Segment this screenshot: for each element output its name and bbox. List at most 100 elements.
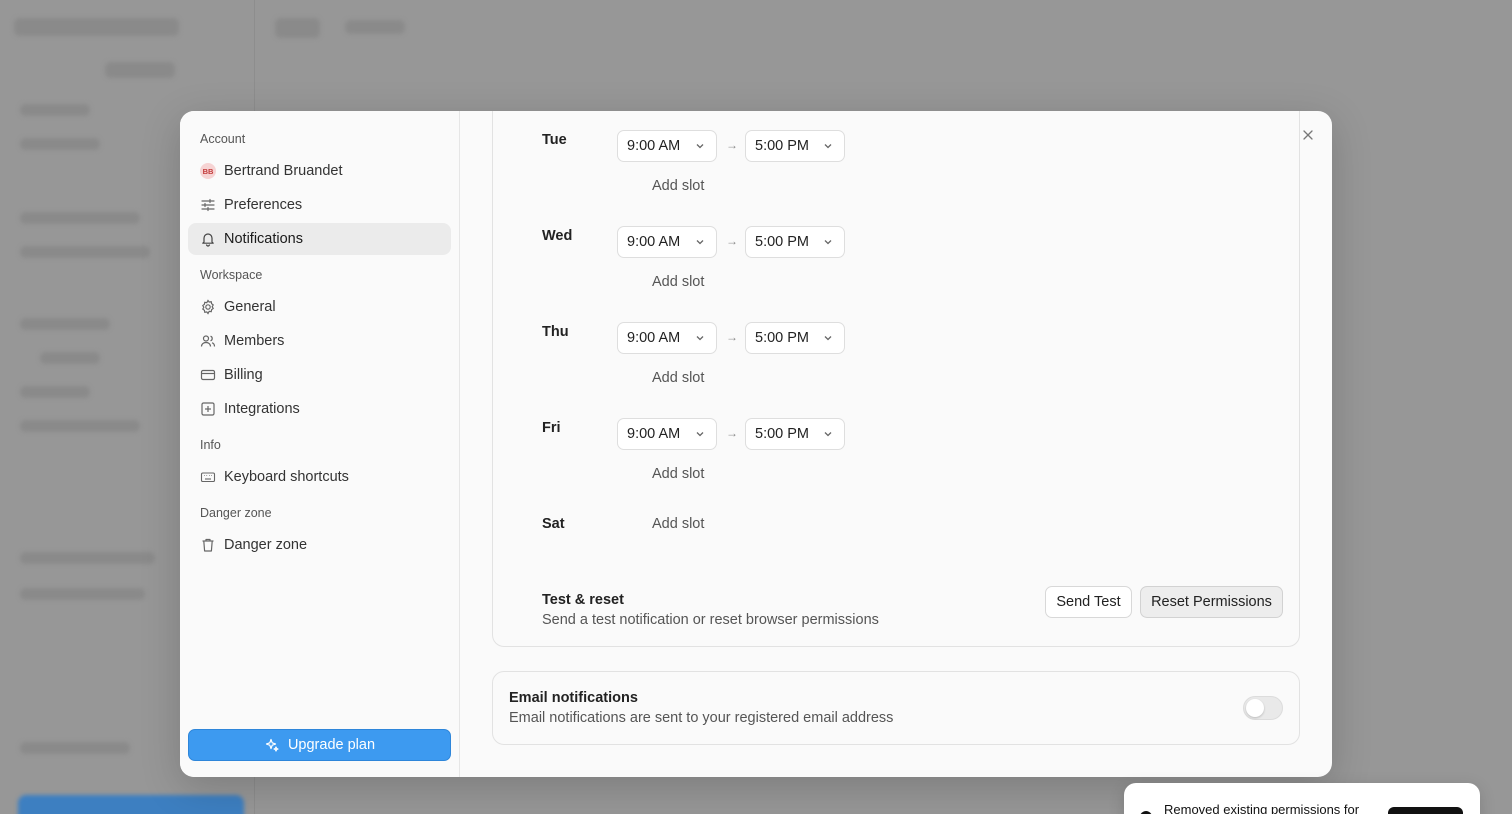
arrow-right-icon: →	[726, 426, 738, 440]
plus-square-icon	[200, 401, 216, 417]
notifications-content: Tue 9:00 AM → 5:00 PM Add slot Wed 9:00 …	[460, 111, 1332, 777]
email-notifications-card	[492, 671, 1300, 745]
test-reset-description: Send a test notification or reset browse…	[542, 612, 879, 628]
nav-item-danger-zone[interactable]: Danger zone	[188, 529, 451, 561]
background-bar	[20, 588, 145, 600]
nav-section-workspace: Workspace	[200, 268, 263, 282]
reset-permissions-button[interactable]: Reset Permissions	[1140, 586, 1283, 618]
end-time-select[interactable]: 5:00 PM	[745, 418, 845, 450]
add-slot-button[interactable]: Add slot	[652, 370, 704, 386]
sliders-icon	[200, 197, 216, 213]
keyboard-icon	[200, 469, 216, 485]
toast-message: Removed existing permissions for	[1164, 802, 1360, 814]
day-label: Tue	[542, 132, 567, 148]
nav-section-info: Info	[200, 438, 221, 452]
upgrade-plan-button[interactable]: Upgrade plan	[188, 729, 451, 761]
background-bar	[20, 742, 130, 754]
nav-section-account: Account	[200, 132, 246, 146]
day-label: Fri	[542, 420, 561, 436]
background-bar	[20, 212, 140, 224]
nav-item-profile[interactable]: BB Bertrand Bruandet	[188, 155, 451, 187]
upgrade-plan-label: Upgrade plan	[287, 737, 376, 753]
toast-action-button[interactable]	[1388, 807, 1463, 814]
nav-item-label: Preferences	[224, 197, 303, 213]
nav-item-label: Members	[224, 333, 285, 349]
toggle-knob	[1246, 699, 1264, 717]
background-bar	[275, 18, 320, 38]
add-slot-button[interactable]: Add slot	[652, 178, 704, 194]
background-bar	[14, 18, 179, 36]
nav-item-label: Notifications	[224, 231, 303, 247]
settings-modal: Account BB Bertrand Bruandet Preferences…	[180, 111, 1332, 777]
end-time-value: 5:00 PM	[755, 234, 809, 250]
credit-card-icon	[200, 367, 216, 383]
send-test-button[interactable]: Send Test	[1045, 586, 1132, 618]
nav-item-integrations[interactable]: Integrations	[188, 393, 451, 425]
background-bar	[105, 62, 175, 78]
nav-item-label: Billing	[224, 367, 263, 383]
background-bar	[40, 352, 100, 364]
toast-notification: Removed existing permissions for	[1124, 783, 1480, 814]
start-time-select[interactable]: 9:00 AM	[617, 418, 717, 450]
add-slot-button[interactable]: Add slot	[652, 274, 704, 290]
nav-item-label: Integrations	[224, 401, 300, 417]
users-icon	[200, 333, 216, 349]
nav-item-label: Danger zone	[224, 537, 308, 553]
day-label: Wed	[542, 228, 573, 244]
chevron-down-icon	[824, 240, 832, 245]
start-time-select[interactable]: 9:00 AM	[617, 226, 717, 258]
avatar: BB	[200, 163, 216, 179]
day-label: Sat	[542, 516, 565, 532]
background-bar	[345, 20, 405, 34]
end-time-value: 5:00 PM	[755, 330, 809, 346]
background-bar	[20, 386, 90, 398]
end-time-select[interactable]: 5:00 PM	[745, 322, 845, 354]
end-time-select[interactable]: 5:00 PM	[745, 226, 845, 258]
background-bar	[20, 104, 90, 116]
start-time-select[interactable]: 9:00 AM	[617, 130, 717, 162]
nav-item-keyboard-shortcuts[interactable]: Keyboard shortcuts	[188, 461, 451, 493]
nav-section-danger: Danger zone	[200, 506, 272, 520]
nav-item-preferences[interactable]: Preferences	[188, 189, 451, 221]
sparkles-icon	[264, 737, 280, 753]
avatar-initials: BB	[200, 163, 216, 179]
arrow-right-icon: →	[726, 330, 738, 344]
start-time-select[interactable]: 9:00 AM	[617, 322, 717, 354]
nav-item-notifications[interactable]: Notifications	[188, 223, 451, 255]
chevron-down-icon	[696, 336, 704, 341]
start-time-value: 9:00 AM	[627, 426, 681, 442]
add-slot-button[interactable]: Add slot	[652, 516, 704, 532]
end-time-value: 5:00 PM	[755, 138, 809, 154]
end-time-select[interactable]: 5:00 PM	[745, 130, 845, 162]
start-time-value: 9:00 AM	[627, 138, 681, 154]
nav-item-label: Bertrand Bruandet	[224, 163, 343, 179]
nav-item-members[interactable]: Members	[188, 325, 451, 357]
close-icon[interactable]	[1300, 127, 1316, 143]
trash-icon	[200, 537, 216, 553]
day-label: Thu	[542, 324, 569, 340]
chevron-down-icon	[824, 144, 832, 149]
background-bar	[20, 246, 150, 258]
email-notifications-title: Email notifications	[509, 690, 638, 706]
background-bar	[20, 318, 110, 330]
background-bar	[20, 138, 100, 150]
chevron-down-icon	[824, 336, 832, 341]
chevron-down-icon	[824, 432, 832, 437]
gear-icon	[200, 299, 216, 315]
nav-item-label: General	[224, 299, 276, 315]
chevron-down-icon	[696, 432, 704, 437]
arrow-right-icon: →	[726, 234, 738, 248]
nav-item-general[interactable]: General	[188, 291, 451, 323]
settings-nav: Account BB Bertrand Bruandet Preferences…	[180, 111, 460, 777]
bell-icon	[200, 231, 216, 247]
arrow-right-icon: →	[726, 138, 738, 152]
background-bar	[20, 420, 140, 432]
nav-item-billing[interactable]: Billing	[188, 359, 451, 391]
background-button	[18, 795, 244, 814]
email-notifications-toggle[interactable]	[1243, 696, 1283, 720]
test-reset-title: Test & reset	[542, 592, 624, 608]
add-slot-button[interactable]: Add slot	[652, 466, 704, 482]
chevron-down-icon	[696, 144, 704, 149]
end-time-value: 5:00 PM	[755, 426, 809, 442]
chevron-down-icon	[696, 240, 704, 245]
